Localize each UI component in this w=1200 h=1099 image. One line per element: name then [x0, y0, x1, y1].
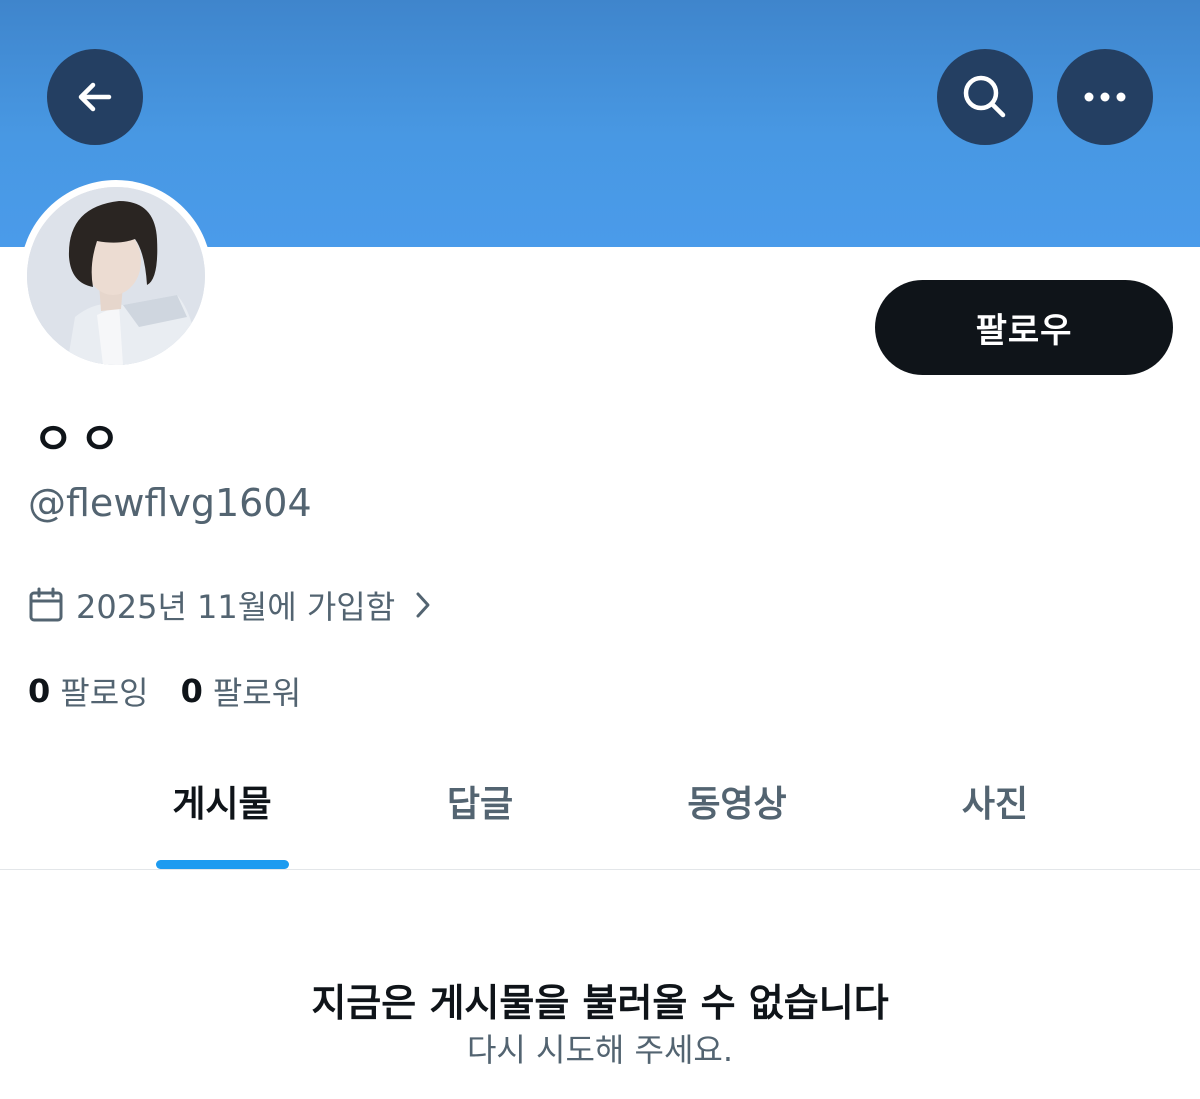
- follow-counts: 0 팔로잉 0 팔로워: [28, 668, 333, 714]
- profile-page: 팔로우 ㅇㅇ @flewflvg1604 2025년 11월에 가입함 0 팔로…: [0, 0, 1200, 1099]
- back-button[interactable]: [47, 49, 143, 145]
- avatar-image: [27, 187, 205, 365]
- following-label[interactable]: 팔로잉: [60, 668, 148, 714]
- arrow-left-icon: [78, 82, 112, 112]
- avatar[interactable]: [20, 180, 212, 372]
- profile-tabs: 게시물 답글 동영상 사진: [0, 740, 1200, 870]
- joined-date-text: 2025년 11월에 가입함: [76, 588, 396, 626]
- display-name: ㅇㅇ: [33, 414, 126, 465]
- more-horizontal-icon: [1084, 92, 1126, 102]
- following-count[interactable]: 0: [28, 672, 50, 710]
- more-button[interactable]: [1057, 49, 1153, 145]
- calendar-icon: [29, 587, 63, 622]
- tab-replies[interactable]: 답글: [447, 775, 513, 827]
- empty-state-title: 지금은 게시물을 불러올 수 없습니다: [311, 981, 889, 1025]
- handle: @flewflvg1604: [28, 481, 312, 525]
- tab-posts[interactable]: 게시물: [172, 775, 271, 827]
- search-button[interactable]: [937, 49, 1033, 145]
- tab-videos[interactable]: 동영상: [687, 775, 786, 827]
- followers-count[interactable]: 0: [181, 672, 203, 710]
- chevron-right-icon: [413, 590, 433, 620]
- followers-label[interactable]: 팔로워: [213, 668, 301, 714]
- search-icon: [963, 75, 1006, 118]
- follow-button[interactable]: 팔로우: [875, 280, 1173, 375]
- tab-photos[interactable]: 사진: [962, 775, 1028, 827]
- active-tab-indicator: [156, 860, 289, 869]
- tabs-divider: [0, 869, 1200, 870]
- joined-date-row[interactable]: 2025년 11월에 가입함: [28, 582, 433, 628]
- empty-state-subtitle: 다시 시도해 주세요.: [466, 1031, 734, 1069]
